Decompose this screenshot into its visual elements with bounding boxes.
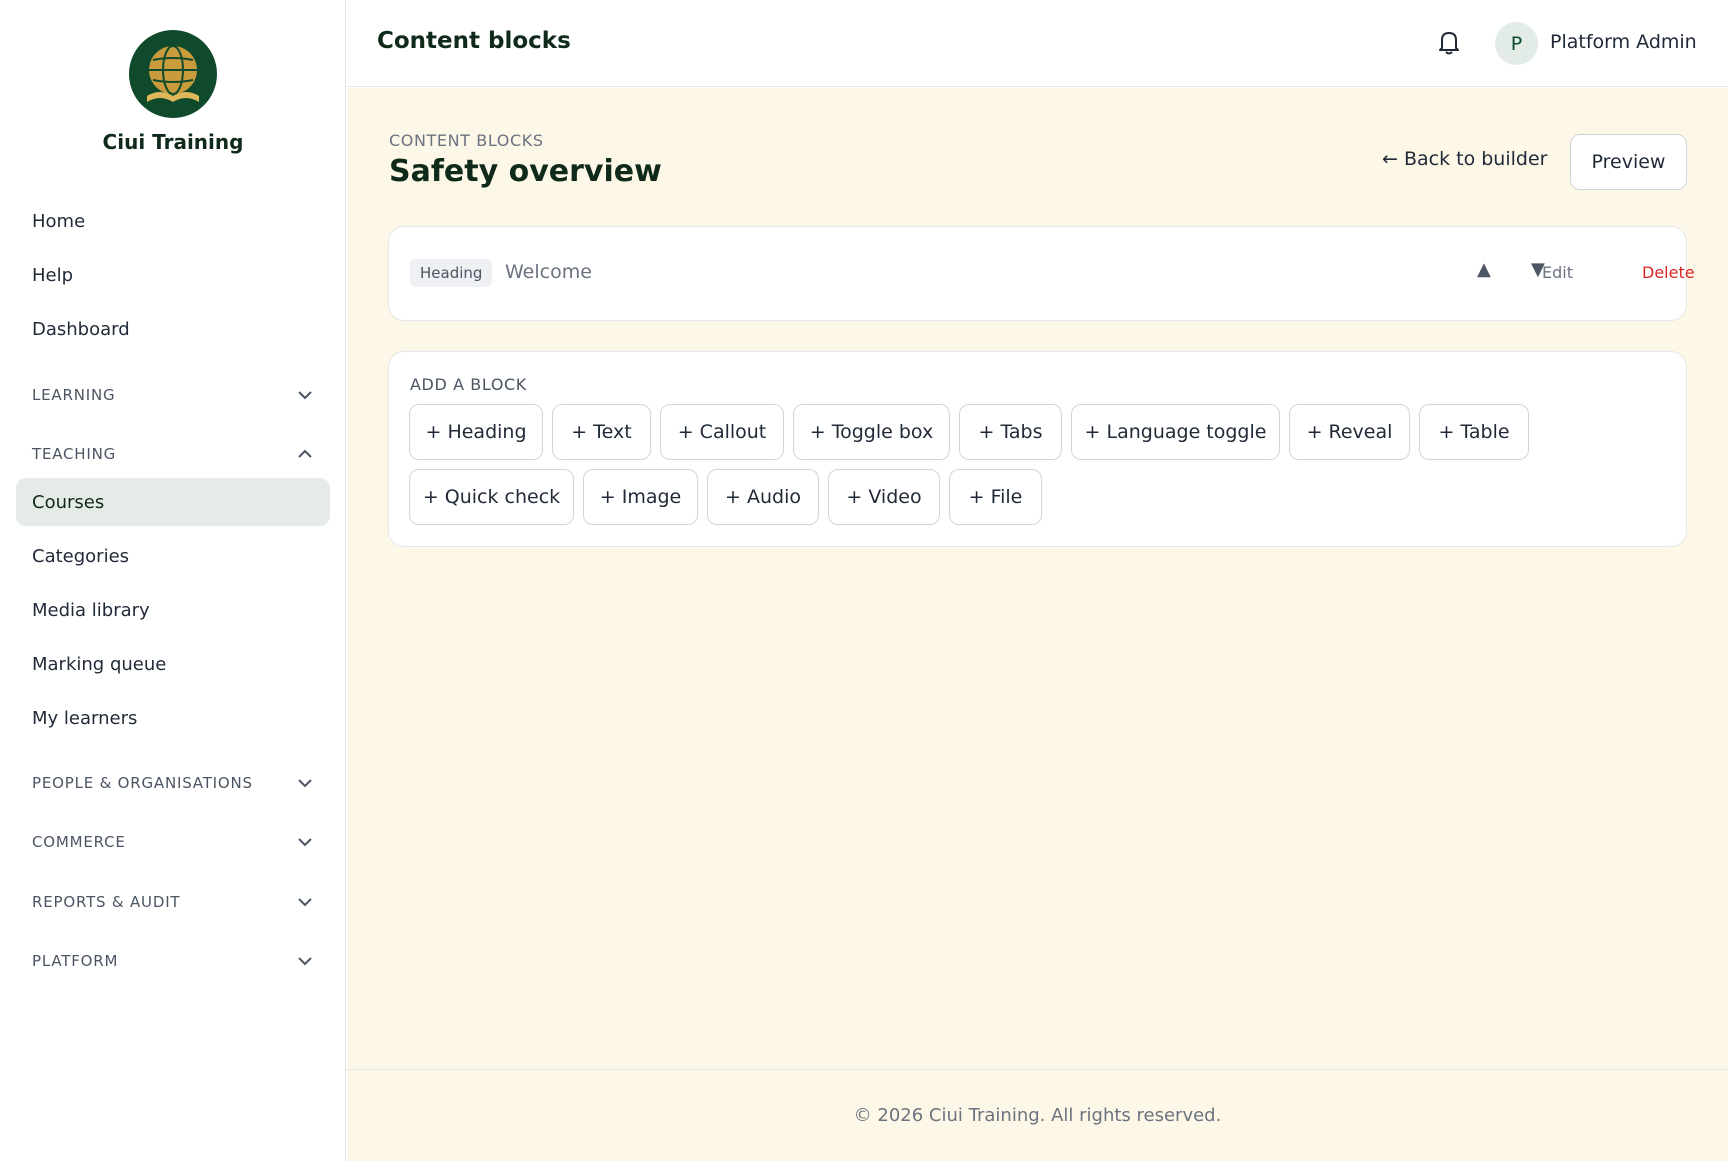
section-label: PEOPLE & ORGANISATIONS bbox=[32, 774, 253, 792]
add-callout-button[interactable]: + Callout bbox=[660, 404, 784, 460]
footer-text: © 2026 Ciui Training. All rights reserve… bbox=[853, 1105, 1222, 1126]
bell-icon[interactable] bbox=[1435, 27, 1463, 57]
delete-block-button[interactable]: Delete bbox=[1642, 263, 1695, 282]
sidebar: Ciui Training Home Help Dashboard LEARNI… bbox=[0, 0, 346, 1161]
page-eyebrow: CONTENT BLOCKS bbox=[389, 131, 544, 150]
sidebar-section-learning[interactable]: LEARNING bbox=[16, 379, 330, 411]
add-quick-check-button[interactable]: + Quick check bbox=[409, 469, 574, 525]
sidebar-section-reports-audit[interactable]: REPORTS & AUDIT bbox=[16, 886, 330, 918]
sidebar-item-media-library[interactable]: Media library bbox=[16, 586, 330, 634]
chevron-down-icon bbox=[298, 779, 312, 788]
avatar[interactable]: P bbox=[1495, 22, 1538, 65]
section-label: PLATFORM bbox=[32, 952, 119, 970]
footer: © 2026 Ciui Training. All rights reserve… bbox=[347, 1069, 1728, 1161]
sidebar-item-courses[interactable]: Courses bbox=[16, 478, 330, 526]
add-table-button[interactable]: + Table bbox=[1419, 404, 1529, 460]
add-heading-button[interactable]: + Heading bbox=[409, 404, 543, 460]
page-title: Safety overview bbox=[389, 154, 662, 189]
sidebar-section-people-organisations[interactable]: PEOPLE & ORGANISATIONS bbox=[16, 767, 330, 799]
sidebar-section-commerce[interactable]: COMMERCE bbox=[16, 826, 330, 858]
add-file-button[interactable]: + File bbox=[949, 469, 1042, 525]
sidebar-item-help[interactable]: Help bbox=[16, 251, 330, 299]
add-language-toggle-button[interactable]: + Language toggle bbox=[1071, 404, 1280, 460]
add-block-card: ADD A BLOCK + Heading + Text + Callout +… bbox=[388, 351, 1687, 547]
chevron-down-icon bbox=[298, 898, 312, 907]
content-block-card: Heading Welcome ▲ ▼ Edit Delete bbox=[388, 226, 1695, 321]
add-block-label: ADD A BLOCK bbox=[410, 375, 527, 394]
add-image-button[interactable]: + Image bbox=[583, 469, 698, 525]
section-label: COMMERCE bbox=[32, 833, 126, 851]
add-tabs-button[interactable]: + Tabs bbox=[959, 404, 1062, 460]
section-label: LEARNING bbox=[32, 386, 116, 404]
user-name[interactable]: Platform Admin bbox=[1550, 31, 1697, 53]
add-text-button[interactable]: + Text bbox=[552, 404, 651, 460]
chevron-down-icon bbox=[298, 957, 312, 966]
sidebar-item-my-learners[interactable]: My learners bbox=[16, 694, 330, 742]
add-video-button[interactable]: + Video bbox=[828, 469, 940, 525]
brand-name: Ciui Training bbox=[102, 130, 244, 154]
topbar-title: Content blocks bbox=[377, 28, 571, 54]
preview-button[interactable]: Preview bbox=[1570, 134, 1687, 190]
back-to-builder-link[interactable]: ← Back to builder bbox=[1382, 148, 1547, 170]
sidebar-item-categories[interactable]: Categories bbox=[16, 532, 330, 580]
topbar: Content blocks P Platform Admin bbox=[347, 0, 1728, 87]
sidebar-item-dashboard[interactable]: Dashboard bbox=[16, 305, 330, 353]
chevron-down-icon bbox=[298, 838, 312, 847]
sidebar-item-home[interactable]: Home bbox=[16, 197, 330, 245]
chevron-down-icon bbox=[298, 391, 312, 400]
add-audio-button[interactable]: + Audio bbox=[707, 469, 819, 525]
add-toggle-box-button[interactable]: + Toggle box bbox=[793, 404, 950, 460]
brand: Ciui Training bbox=[0, 30, 346, 154]
section-label: TEACHING bbox=[32, 445, 117, 463]
sidebar-item-marking-queue[interactable]: Marking queue bbox=[16, 640, 330, 688]
move-up-button[interactable]: ▲ bbox=[1477, 259, 1491, 280]
section-label: REPORTS & AUDIT bbox=[32, 893, 181, 911]
sidebar-section-platform[interactable]: PLATFORM bbox=[16, 945, 330, 977]
chevron-up-icon bbox=[298, 449, 312, 458]
block-text: Welcome bbox=[505, 261, 592, 283]
block-type-badge: Heading bbox=[410, 259, 493, 287]
globe-book-icon bbox=[129, 30, 217, 118]
sidebar-section-teaching[interactable]: TEACHING bbox=[16, 438, 330, 470]
main-content: CONTENT BLOCKS Safety overview ← Back to… bbox=[347, 88, 1728, 1069]
add-reveal-button[interactable]: + Reveal bbox=[1289, 404, 1410, 460]
edit-block-button[interactable]: Edit bbox=[1542, 263, 1573, 282]
